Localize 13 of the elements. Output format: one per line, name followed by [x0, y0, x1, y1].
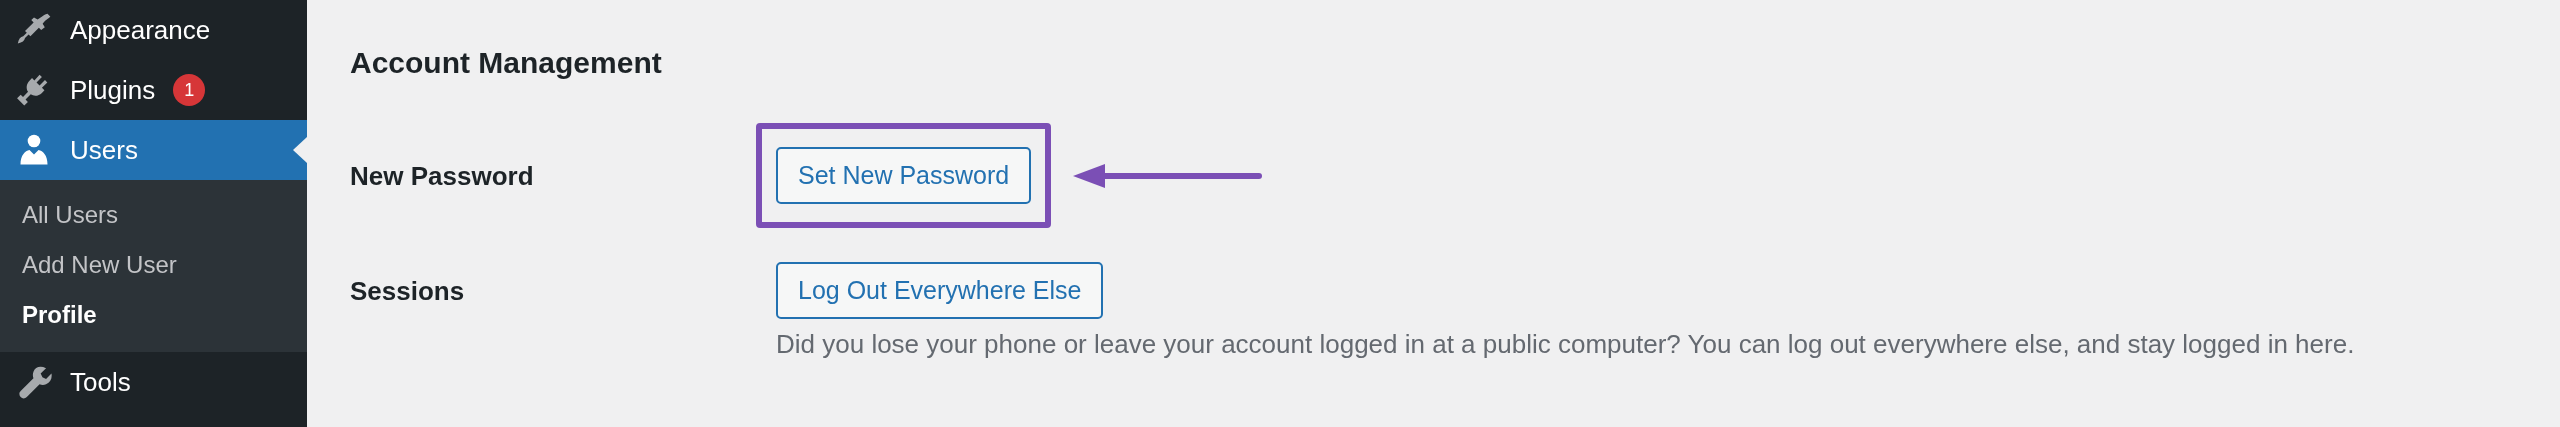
- count-badge: 1: [173, 74, 206, 106]
- wrench-icon: [16, 364, 52, 400]
- submenu-item[interactable]: Add New User: [0, 240, 307, 290]
- submenu-item[interactable]: All Users: [0, 190, 307, 240]
- description-text: Did you lose your phone or leave your account logged in at a public computer? You can log out everywhere else, and stay logged in here.: [776, 329, 2355, 360]
- field-label: New Password: [350, 160, 535, 193]
- pointer-icon: [293, 137, 307, 163]
- submenu-item[interactable]: Profile: [0, 290, 307, 340]
- section-heading: Account Management: [350, 46, 663, 80]
- field-label: Sessions: [350, 275, 466, 308]
- menu-item[interactable]: Users: [0, 120, 307, 180]
- action-button[interactable]: Log Out Everywhere Else: [776, 262, 1104, 319]
- action-button[interactable]: Set New Password: [776, 147, 1032, 204]
